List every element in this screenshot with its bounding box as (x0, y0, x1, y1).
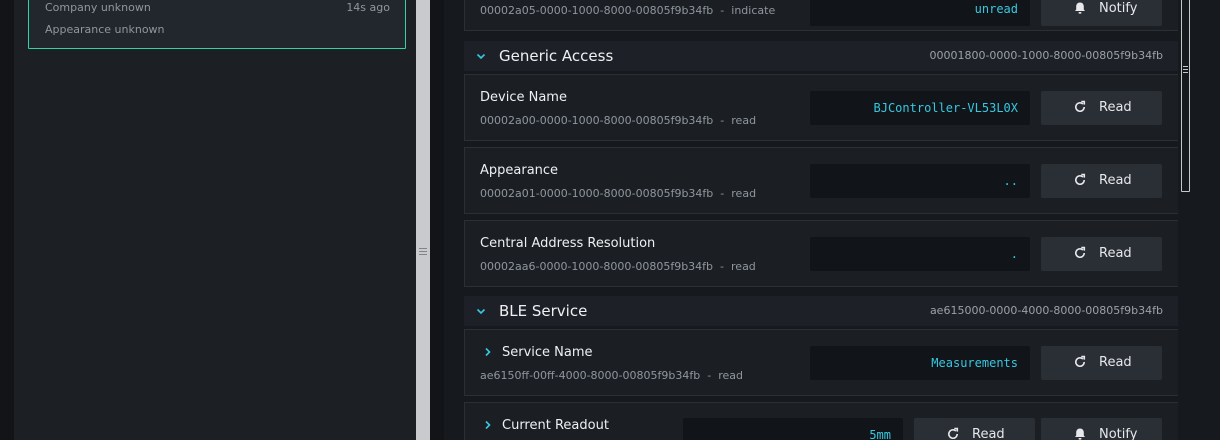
left-gutter (0, 0, 14, 440)
characteristic-value: .. (810, 164, 1030, 198)
refresh-icon (1075, 173, 1086, 186)
scrollbar-thumb[interactable] (1181, 0, 1190, 192)
characteristic-device-name: Device Name 00002a00-0000-1000-8000-0080… (464, 74, 1179, 141)
service-header-ble-service[interactable]: BLE Service ae615000-0000-4000-8000-0080… (464, 296, 1179, 326)
characteristic-value: unread (810, 0, 1030, 26)
service-title: BLE Service (499, 302, 588, 320)
service-uuid: ae615000-0000-4000-8000-00805f9b34fb (929, 304, 1163, 317)
read-button[interactable]: Read (1041, 237, 1162, 271)
characteristic-value: 5mm (683, 418, 903, 440)
refresh-icon (1075, 246, 1086, 259)
characteristic-name: Central Address Resolution (480, 236, 656, 251)
characteristic-name: Current Readout (502, 418, 609, 433)
characteristic-appearance: Appearance 00002a01-0000-1000-8000-00805… (464, 147, 1179, 214)
refresh-icon (948, 427, 959, 440)
characteristic-value: BJController-VL53L0X (810, 91, 1030, 125)
read-button[interactable]: Read (1041, 91, 1162, 125)
characteristic-uuid: 00002a01-0000-1000-8000-00805f9b34fb - r… (480, 187, 757, 200)
characteristic-value: . (810, 237, 1030, 271)
characteristic-name: Appearance (480, 163, 559, 178)
bell-icon (1075, 428, 1085, 440)
chevron-down-icon[interactable] (474, 304, 488, 318)
refresh-icon (1075, 100, 1086, 113)
characteristic-uuid: 00002a00-0000-1000-8000-00805f9b34fb - r… (480, 114, 757, 127)
read-button[interactable]: Read (914, 418, 1035, 440)
device-card-selected[interactable]: Company unknown Appearance unknown 14s a… (28, 0, 406, 49)
characteristic-uuid: 00002a05-0000-1000-8000-00805f9b34fb - i… (480, 4, 776, 17)
device-list-panel: Company unknown Appearance unknown 14s a… (14, 0, 416, 440)
device-last-seen: 14s ago (346, 1, 390, 14)
chevron-right-icon[interactable] (482, 418, 494, 432)
read-button[interactable]: Read (1041, 346, 1162, 380)
characteristics-panel: 00002a05-0000-1000-8000-00805f9b34fb - i… (444, 0, 1220, 440)
characteristic-partial: 00002a05-0000-1000-8000-00805f9b34fb - i… (464, 0, 1179, 31)
refresh-icon (1075, 355, 1086, 368)
service-title: Generic Access (499, 47, 614, 65)
bell-icon (1075, 2, 1085, 14)
characteristic-uuid: ae6150ff-00ff-4000-8000-00805f9b34fb - r… (480, 369, 743, 382)
read-button[interactable]: Read (1041, 164, 1162, 198)
vertical-scrollbar[interactable] (1178, 0, 1192, 440)
characteristic-uuid: 00002aa6-0000-1000-8000-00805f9b34fb - r… (480, 260, 756, 273)
notify-button[interactable]: Notify (1041, 418, 1162, 440)
device-company: Company unknown (45, 1, 151, 14)
characteristic-name: Service Name (502, 345, 593, 360)
characteristic-current-readout: Current Readout 5mm Read Notify (464, 402, 1179, 440)
chevron-right-icon[interactable] (482, 345, 494, 359)
notify-button[interactable]: Notify (1041, 0, 1162, 26)
scrollbar-grip-icon (1183, 66, 1188, 73)
panel-splitter[interactable] (416, 0, 430, 440)
characteristic-central-address-resolution: Central Address Resolution 00002aa6-0000… (464, 220, 1179, 287)
characteristic-value: Measurements (810, 346, 1030, 380)
splitter-grip-icon[interactable] (419, 248, 427, 255)
service-uuid: 00001800-0000-1000-8000-00805f9b34fb (929, 49, 1163, 62)
chevron-down-icon[interactable] (474, 49, 488, 63)
device-appearance: Appearance unknown (45, 23, 165, 36)
main-gutter (430, 0, 444, 440)
characteristic-service-name: Service Name ae6150ff-00ff-4000-8000-008… (464, 329, 1179, 396)
characteristic-name: Device Name (480, 90, 567, 105)
service-header-generic-access[interactable]: Generic Access 00001800-0000-1000-8000-0… (464, 41, 1179, 71)
